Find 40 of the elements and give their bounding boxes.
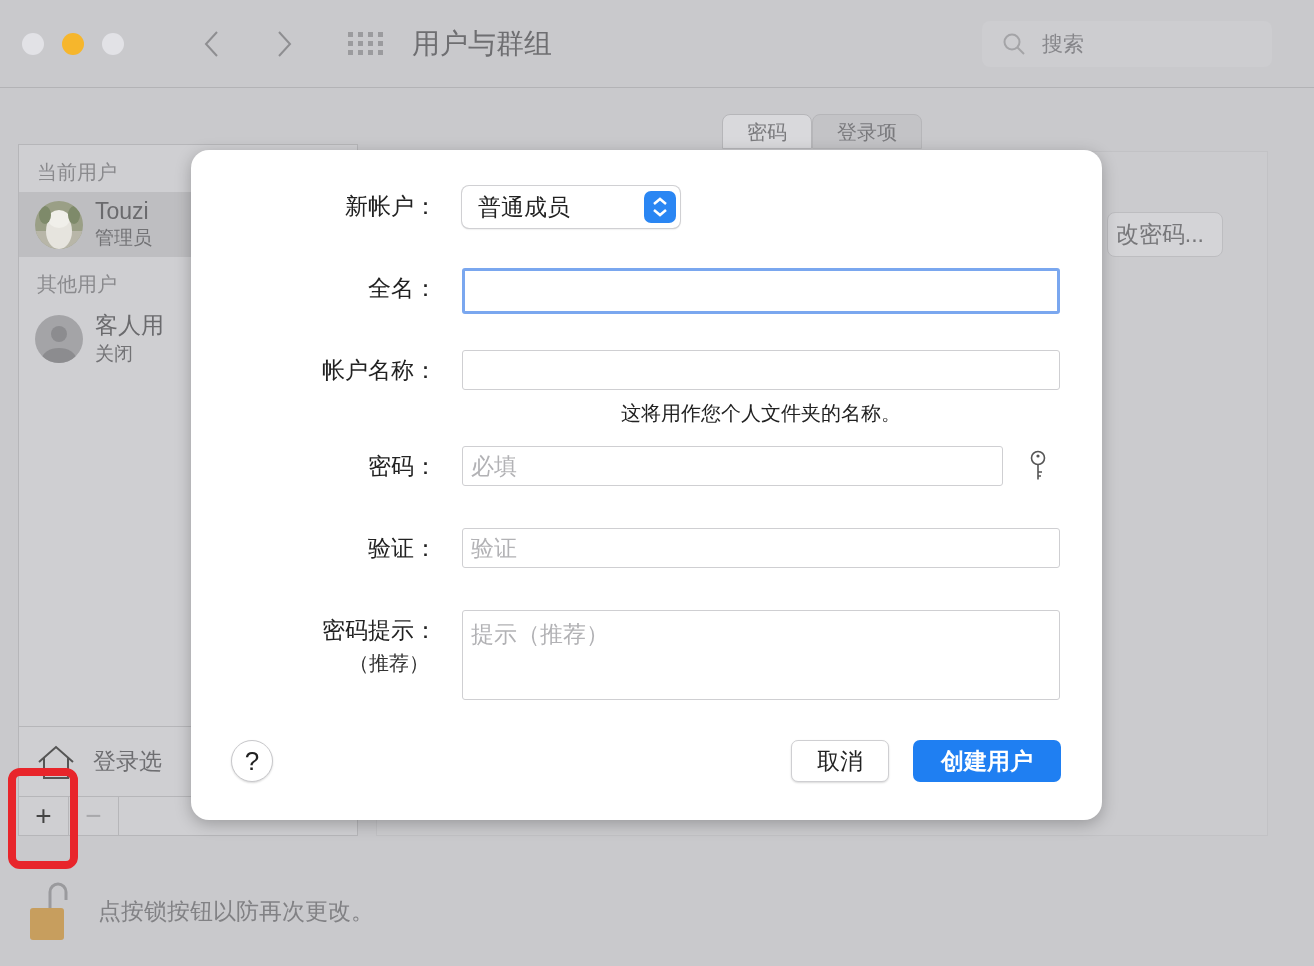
input-field[interactable] xyxy=(462,350,1060,390)
help-button[interactable]: ? xyxy=(231,740,273,782)
user-silhouette-icon xyxy=(35,314,83,363)
field-label: 帐户名称： xyxy=(322,356,437,385)
search-icon xyxy=(1002,31,1026,56)
search-field[interactable]: 搜索 xyxy=(982,20,1272,67)
lock-hint: 点按锁按钮以防再次更改。 xyxy=(98,896,374,926)
section-header: 当前用户 xyxy=(36,160,118,185)
grid-icon[interactable] xyxy=(348,31,384,56)
section-header: 其他用户 xyxy=(36,272,118,297)
user-role: 关闭 xyxy=(95,342,134,366)
field-note: 这将用作您个人文件夹的名称。 xyxy=(620,401,902,426)
window-title: 用户与群组 xyxy=(412,26,552,61)
input-field[interactable] xyxy=(462,268,1060,314)
house-icon xyxy=(37,744,75,779)
user-name: Touzi xyxy=(95,198,150,225)
field-label: 验证： xyxy=(368,534,437,563)
field-label: 密码： xyxy=(368,452,437,481)
change-password-button[interactable]: 改密码... xyxy=(1106,212,1223,257)
field-sublabel: （推荐） xyxy=(349,651,429,676)
padlock-icon[interactable] xyxy=(28,880,68,942)
input-field[interactable]: 验证 xyxy=(462,528,1060,568)
add-button[interactable]: + xyxy=(19,797,69,835)
login-options-item[interactable]: 登录选 xyxy=(93,746,162,777)
user-name: 客人用 xyxy=(95,311,164,340)
field-label: 密码提示： xyxy=(322,616,437,645)
stepper-icon xyxy=(644,191,676,223)
window-control[interactable] xyxy=(102,32,124,55)
tab[interactable]: 密码 xyxy=(722,114,812,149)
window-control[interactable] xyxy=(62,32,84,55)
user-role: 管理员 xyxy=(95,226,152,250)
password-field[interactable]: 必填 xyxy=(462,446,1003,486)
field-label: 全名： xyxy=(368,274,437,303)
window-control[interactable] xyxy=(22,32,44,55)
tab[interactable]: 登录项 xyxy=(812,114,922,149)
cancel-button[interactable]: 取消 xyxy=(791,740,889,782)
account-type-popup[interactable]: 普通成员 xyxy=(462,186,680,228)
create-user-button[interactable]: 创建用户 xyxy=(913,740,1061,782)
hint-field[interactable]: 提示（推荐） xyxy=(462,610,1060,700)
key-icon[interactable] xyxy=(1029,450,1047,482)
